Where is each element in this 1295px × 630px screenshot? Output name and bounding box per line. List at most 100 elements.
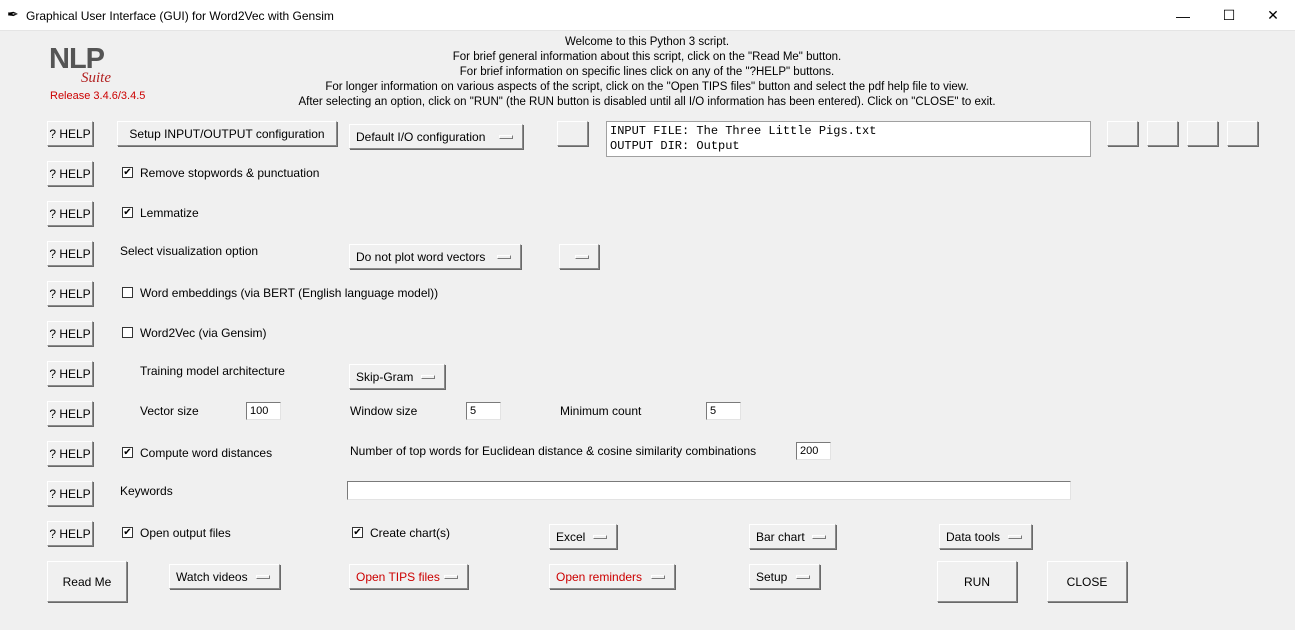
title-bar: ✒ Graphical User Interface (GUI) for Wor… <box>0 0 1295 31</box>
open-config-button[interactable] <box>1227 121 1258 146</box>
run-label: RUN <box>964 574 990 589</box>
dropdown-indicator-icon <box>593 534 607 539</box>
welcome-line-2: For brief general information about this… <box>452 51 842 63</box>
help-button-bert[interactable]: ? HELP <box>47 281 93 306</box>
release-label: Release 3.4.6/3.4.5 <box>50 90 146 102</box>
help-label: ? HELP <box>49 246 91 261</box>
io-config-menu[interactable]: Default I/O configuration <box>349 124 523 149</box>
open-tips-label: Open TIPS files <box>356 569 440 584</box>
bert-checkbox[interactable] <box>122 287 133 298</box>
dropdown-indicator-icon <box>497 254 511 259</box>
minimize-button[interactable]: — <box>1160 0 1206 31</box>
remove-stopwords-label: Remove stopwords & punctuation <box>140 166 320 180</box>
dropdown-indicator-icon <box>421 374 435 379</box>
dropdown-indicator-icon <box>575 254 589 259</box>
visualization-label: Select visualization option <box>120 244 259 258</box>
visualization-menu[interactable]: Do not plot word vectors <box>349 244 521 269</box>
help-button-output[interactable]: ? HELP <box>47 521 93 546</box>
help-label: ? HELP <box>49 206 91 221</box>
welcome-line-5: After selecting an option, click on "RUN… <box>298 96 996 108</box>
compute-distances-checkbox[interactable]: ✔ <box>122 447 133 458</box>
chart-package-value: Excel <box>556 529 586 544</box>
data-tools-value: Data tools <box>946 529 1001 544</box>
lemmatize-label: Lemmatize <box>140 206 199 220</box>
setup-menu[interactable]: Setup <box>749 564 820 589</box>
help-label: ? HELP <box>49 526 91 541</box>
min-count-input[interactable] <box>706 402 741 420</box>
check-icon: ✔ <box>123 206 132 218</box>
help-button-training[interactable]: ? HELP <box>47 361 93 386</box>
window-size-label: Window size <box>350 404 418 418</box>
maximize-button[interactable]: ☐ <box>1206 0 1252 31</box>
check-icon: ✔ <box>123 526 132 538</box>
open-reminders-label: Open reminders <box>556 569 643 584</box>
data-tools-menu[interactable]: Data tools <box>939 524 1032 549</box>
help-label: ? HELP <box>49 326 91 341</box>
feather-icon: ✒ <box>7 6 19 22</box>
setup-io-button[interactable]: Setup INPUT/OUTPUT configuration <box>117 121 337 146</box>
bert-label: Word embeddings (via BERT (English langu… <box>140 286 439 300</box>
run-button[interactable]: RUN <box>937 561 1017 602</box>
help-button-io[interactable]: ? HELP <box>47 121 93 146</box>
chart-package-menu[interactable]: Excel <box>549 524 617 549</box>
open-output-label: Open output files <box>140 526 231 540</box>
vector-size-label: Vector size <box>140 404 199 418</box>
maximize-icon: ☐ <box>1222 7 1236 23</box>
check-icon: ✔ <box>123 446 132 458</box>
open-output-dir-button[interactable] <box>1187 121 1218 146</box>
help-button-vector-size[interactable]: ? HELP <box>47 401 93 426</box>
dropdown-indicator-icon <box>1008 534 1022 539</box>
training-label: Training model architecture <box>140 364 285 378</box>
welcome-line-3: For brief information on specific lines … <box>459 66 835 78</box>
dropdown-indicator-icon <box>499 134 513 139</box>
training-menu[interactable]: Skip-Gram <box>349 364 445 389</box>
lemmatize-checkbox[interactable]: ✔ <box>122 207 133 218</box>
open-input-dir-button[interactable] <box>1147 121 1178 146</box>
read-me-label: Read Me <box>62 574 112 589</box>
create-charts-label: Create chart(s) <box>370 526 451 540</box>
min-count-label: Minimum count <box>560 404 642 418</box>
help-button-keywords[interactable]: ? HELP <box>47 481 93 506</box>
create-charts-checkbox[interactable]: ✔ <box>352 527 363 538</box>
keywords-input[interactable] <box>347 481 1071 500</box>
read-me-button[interactable]: Read Me <box>47 561 127 602</box>
dropdown-indicator-icon <box>651 574 665 579</box>
help-button-lemmatize[interactable]: ? HELP <box>47 201 93 226</box>
open-output-checkbox[interactable]: ✔ <box>122 527 133 538</box>
chart-type-menu[interactable]: Bar chart <box>749 524 836 549</box>
dropdown-indicator-icon <box>256 574 270 579</box>
io-blank-button[interactable] <box>557 121 588 146</box>
io-info-box: INPUT FILE: The Three Little Pigs.txt OU… <box>606 121 1091 157</box>
top-words-input[interactable] <box>796 442 831 460</box>
word2vec-checkbox[interactable] <box>122 327 133 338</box>
visualization-sub-menu[interactable] <box>559 244 599 269</box>
vector-size-input[interactable] <box>246 402 281 420</box>
welcome-line-4: For longer information on various aspect… <box>325 81 969 93</box>
dropdown-indicator-icon <box>796 574 810 579</box>
open-tips-menu[interactable]: Open TIPS files <box>349 564 468 589</box>
output-dir-line: OUTPUT DIR: Output <box>610 139 740 153</box>
open-input-file-button[interactable] <box>1107 121 1138 146</box>
window-size-input[interactable] <box>466 402 501 420</box>
dropdown-indicator-icon <box>812 534 826 539</box>
input-file-line: INPUT FILE: The Three Little Pigs.txt <box>610 124 877 138</box>
help-label: ? HELP <box>49 406 91 421</box>
top-words-label: Number of top words for Euclidean distan… <box>350 444 757 458</box>
open-reminders-menu[interactable]: Open reminders <box>549 564 675 589</box>
help-label: ? HELP <box>49 486 91 501</box>
help-button-distances[interactable]: ? HELP <box>47 441 93 466</box>
watch-videos-menu[interactable]: Watch videos <box>169 564 280 589</box>
close-label: CLOSE <box>1066 574 1108 589</box>
remove-stopwords-checkbox[interactable]: ✔ <box>122 167 133 178</box>
close-window-button[interactable]: ✕ <box>1250 0 1295 31</box>
close-icon: ✕ <box>1267 7 1279 23</box>
help-label: ? HELP <box>49 126 91 141</box>
io-config-value: Default I/O configuration <box>356 129 486 144</box>
keywords-label: Keywords <box>120 484 173 498</box>
chart-type-value: Bar chart <box>756 529 805 544</box>
help-button-visualization[interactable]: ? HELP <box>47 241 93 266</box>
setup-io-label: Setup INPUT/OUTPUT configuration <box>129 126 325 141</box>
help-button-stopwords[interactable]: ? HELP <box>47 161 93 186</box>
help-button-word2vec[interactable]: ? HELP <box>47 321 93 346</box>
close-button[interactable]: CLOSE <box>1047 561 1127 602</box>
